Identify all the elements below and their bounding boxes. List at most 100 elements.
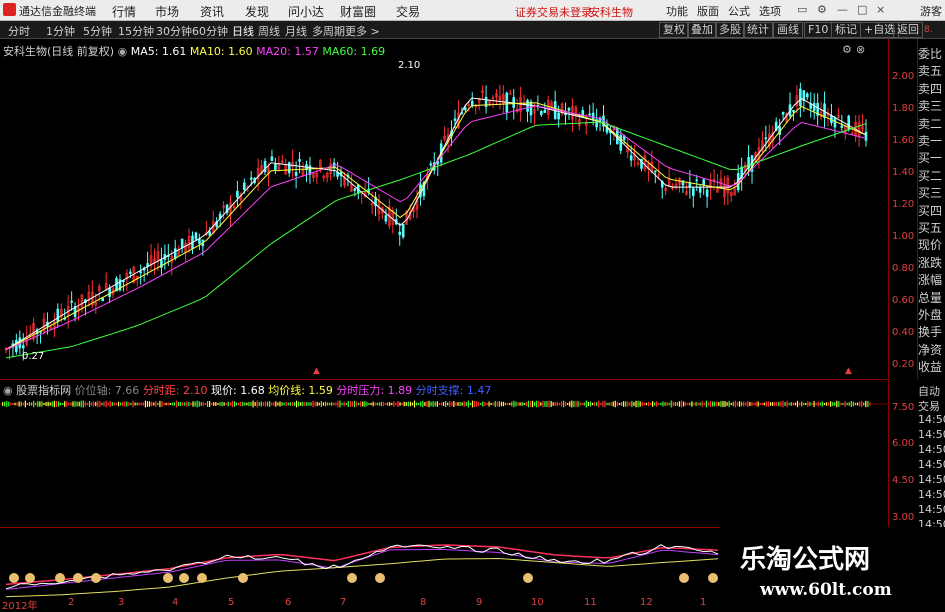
buy-signal-icon [679,573,689,583]
histogram-bar [832,402,834,406]
histogram-bar [6,401,8,407]
histogram-bar [656,401,658,407]
histogram-bar [716,401,718,407]
histogram-bar [310,402,312,406]
menu-layout[interactable]: 版面 [697,3,719,19]
histogram-bar [18,401,20,407]
menu-discover[interactable]: 发现 [245,3,269,20]
menu-ask[interactable]: 问小达 [288,3,324,20]
guest-label[interactable]: 游客 [920,3,942,19]
histogram-bar [606,402,608,406]
price-tick: 0.60 [892,295,915,306]
histogram-bar [473,401,476,407]
x-tick: 6 [285,597,292,608]
close-icon[interactable]: × [876,3,885,16]
histogram-bar [380,401,383,407]
period-60min[interactable]: 60分钟 [192,23,228,39]
period-multi[interactable]: 多周期 [312,23,345,39]
histogram-bar [498,401,500,407]
histogram-bar [707,402,710,406]
histogram-bar [575,400,577,408]
indicator-chart[interactable]: ◉ 股票指标网 价位轴: 7.66 分时距: 2.10 现价: 1.68 均价线… [0,379,914,527]
chart-close-icon[interactable]: ⊗ [856,43,865,56]
period-5min[interactable]: 5分钟 [83,23,112,39]
histogram-bar [391,402,393,406]
side-field-3: 卖三 [918,99,943,114]
histogram-bar [842,402,844,406]
histogram-bar [33,400,35,408]
histogram-bar [107,402,109,406]
histogram-bar [206,401,209,407]
price-tick: 1.40 [892,167,915,178]
period-15min[interactable]: 15分钟 [118,23,154,39]
histogram-bar [384,402,387,406]
candle-body [274,163,277,171]
bottom-indicator-chart[interactable]: 2012年 2 3 4 5 6 7 8 9 10 11 12 1 [0,527,720,612]
histogram-bar [821,401,823,407]
stock-name-link[interactable]: 安科生物 [589,4,633,20]
histogram-bar [401,402,403,406]
menu-formula[interactable]: 公式 [728,3,750,19]
histogram-bar [732,401,734,407]
stats-button[interactable]: 统计 [743,22,773,38]
main-kline-chart[interactable]: ▲ ▲ 安科生物(日线 前复权) ◉ MA5: 1.61 MA10: 1.60 M… [0,39,914,378]
draw-button[interactable]: 画线 [773,22,803,38]
menu-quotes[interactable]: 行情 [112,3,136,20]
histogram-bar [823,402,825,406]
histogram-bar [548,400,550,408]
back-button[interactable]: 返回 [893,22,923,38]
candle-body [840,125,844,128]
histogram-bar [465,402,467,406]
settings-icon[interactable]: ⚙ [817,3,827,16]
period-more[interactable]: 更多 > [345,23,380,39]
histogram-bar [200,402,202,406]
histogram-bar [807,401,809,407]
period-30min[interactable]: 30分钟 [156,23,192,39]
menu-wealth[interactable]: 财富圈 [340,3,376,20]
side-trade-2: 14:50 [918,413,945,426]
menu-news[interactable]: 资讯 [200,3,224,20]
histogram-bar [527,400,529,408]
ma-line-ma5 [5,97,867,351]
trade-login-status[interactable]: 证券交易未登录 [515,4,592,20]
histogram-bar [573,401,575,407]
histogram-bar [567,402,569,406]
candle-body [698,187,702,193]
histogram-bar [213,402,215,406]
restore-icon[interactable]: — [837,3,848,16]
period-daily[interactable]: 日线 [232,23,254,39]
multi-stock-button[interactable]: 多股 [715,22,745,38]
maximize-icon[interactable]: □ [857,3,867,16]
f10-button[interactable]: F10 [804,22,833,38]
candle-body [695,179,699,182]
chart-settings-icon[interactable]: ⚙ [842,43,852,56]
period-monthly[interactable]: 月线 [285,23,307,39]
histogram-bar [300,402,302,406]
histogram-bar [399,402,401,406]
overlay-button[interactable]: 叠加 [687,22,717,38]
period-1min[interactable]: 1分钟 [46,23,75,39]
menu-market[interactable]: 市场 [155,3,179,20]
buy-signal-icon [197,573,207,583]
histogram-bar [699,402,701,406]
menu-options[interactable]: 选项 [759,3,781,19]
period-weekly[interactable]: 周线 [258,23,280,39]
mark-button[interactable]: 标记 [831,22,861,38]
candle-body [401,223,405,238]
minimize-icon[interactable]: ▭ [797,3,807,16]
histogram-bar [660,402,662,406]
histogram-bar [45,401,47,407]
candle-body [243,182,246,190]
adjust-button[interactable]: 复权 [659,22,689,38]
histogram-bar [643,402,645,406]
histogram-bar [418,402,420,406]
histogram-bar [467,400,469,408]
histogram-bar [614,400,616,408]
menu-function[interactable]: 功能 [666,3,688,19]
buy-signal-icon [708,573,718,583]
histogram-bar [177,401,180,407]
period-timeshare[interactable]: 分时 [8,23,30,39]
menu-trade[interactable]: 交易 [396,3,420,20]
histogram-bar [610,402,612,406]
candle-body [453,118,457,121]
